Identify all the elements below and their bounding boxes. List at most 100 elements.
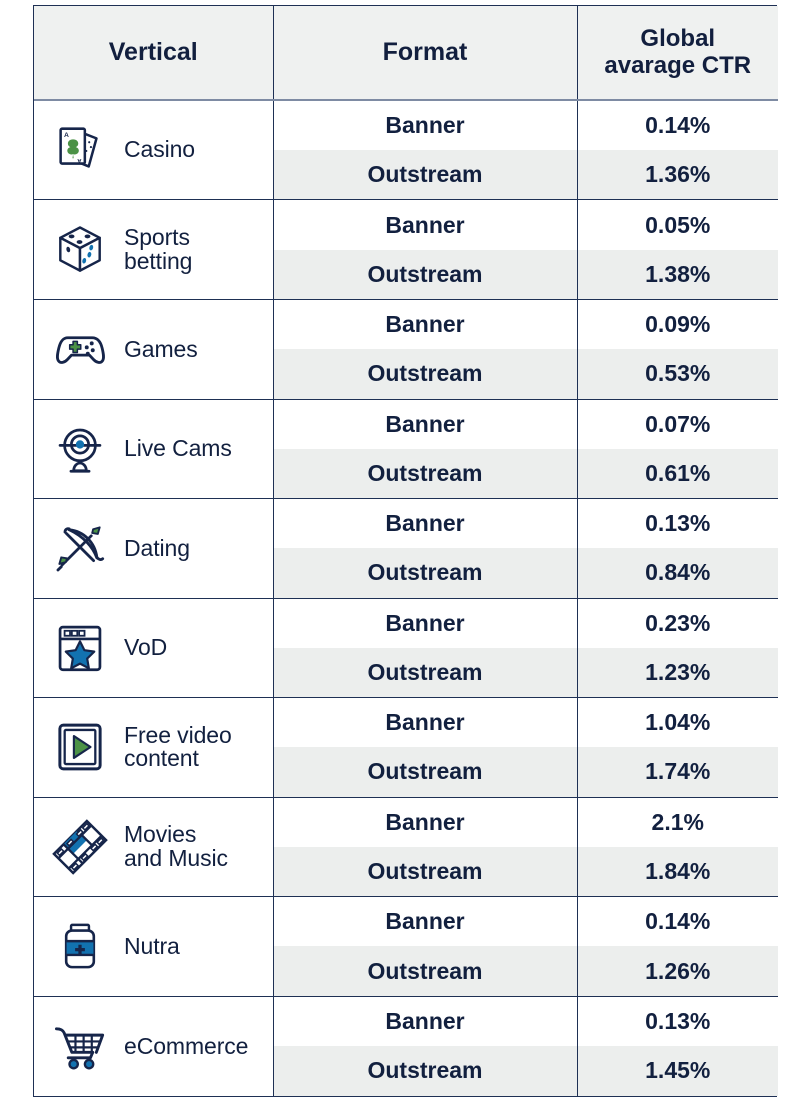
ctr-value-cell: 0.23% (577, 598, 778, 648)
table-row: Nutra Banner 0.14% (34, 896, 778, 997)
vertical-cell: Sports betting (34, 199, 274, 300)
vertical-cell: Dating (34, 498, 274, 599)
ctr-value-cell: 1.04% (577, 697, 778, 748)
vertical-cell-content: A A Casino (48, 118, 267, 182)
table-row: Sports betting Banner 0.05% (34, 199, 778, 300)
header-row: Vertical Format Global avarage CTR (34, 6, 778, 101)
vertical-label: Games (124, 335, 198, 362)
ctr-table-container: Vertical Format Global avarage CTR A A C… (33, 5, 778, 1097)
ctr-value-cell: 1.74% (577, 747, 778, 798)
vertical-label-line: eCommerce (124, 1032, 249, 1059)
vertical-label: Casino (124, 138, 195, 161)
format-cell: Banner (273, 100, 578, 151)
vertical-cell-content: eCommerce (48, 1014, 267, 1078)
table-row: Live Cams Banner 0.07% (34, 399, 778, 500)
format-cell: Banner (273, 399, 578, 449)
vertical-label-line: Movies (124, 821, 197, 848)
vertical-label-line: betting (124, 247, 193, 274)
vertical-cell-content: Live Cams (48, 417, 267, 481)
vertical-label: VoD (124, 634, 168, 661)
format-cell: Banner (273, 697, 578, 748)
format-cell: Outstream (273, 448, 578, 500)
vertical-cell-content: Sports betting (48, 218, 267, 282)
ctr-value-cell: 0.05% (577, 199, 778, 250)
ctr-value-cell: 1.26% (577, 946, 778, 997)
vertical-label: Sports betting (124, 226, 192, 273)
table-row: Games Banner 0.09% (34, 299, 778, 400)
ctr-value-cell: 1.36% (577, 150, 778, 201)
vertical-label: Movies and Music (124, 823, 228, 870)
vertical-cell: A A Casino (34, 100, 274, 201)
webcam-icon (48, 417, 112, 481)
shopping-cart-icon (48, 1014, 112, 1078)
column-header-format: Format (273, 6, 578, 101)
ctr-value-cell: 0.07% (577, 399, 778, 449)
ctr-value-cell: 0.13% (577, 996, 778, 1046)
table-row: Dating Banner 0.13% (34, 498, 778, 599)
table-row: Free video content Banner 1.04% (34, 697, 778, 798)
ctr-table: Vertical Format Global avarage CTR A A C… (34, 6, 778, 1096)
vertical-cell: Games (34, 299, 274, 400)
vertical-cell: eCommerce (34, 996, 274, 1096)
vertical-label-line: VoD (124, 634, 168, 661)
format-cell: Banner (273, 598, 578, 648)
format-cell: Banner (273, 299, 578, 350)
vertical-cell: Live Cams (34, 399, 274, 500)
ctr-value-cell: 0.53% (577, 349, 778, 400)
vertical-label: Live Cams (124, 436, 232, 460)
vertical-cell-content: Free video content (48, 715, 267, 779)
vertical-label: Free video content (124, 721, 232, 772)
format-cell: Outstream (273, 747, 578, 798)
table-row: VoD Banner 0.23% (34, 598, 778, 699)
vertical-cell: Free video content (34, 697, 274, 798)
ctr-value-cell: 1.45% (577, 1045, 778, 1096)
ctr-value-cell: 0.14% (577, 100, 778, 151)
format-cell: Banner (273, 896, 578, 947)
vertical-label-line: Casino (124, 136, 195, 163)
ctr-value-cell: 0.13% (577, 498, 778, 549)
vertical-label: Nutra (124, 932, 180, 959)
format-cell: Outstream (273, 249, 578, 300)
bow-arrow-icon (48, 516, 112, 580)
playing-cards-icon: A A (48, 118, 112, 182)
table-header: Vertical Format Global avarage CTR (34, 6, 778, 101)
svg-text:A: A (64, 132, 69, 139)
ctr-value-cell: 0.84% (577, 548, 778, 599)
film-strip-icon (48, 815, 112, 879)
vertical-cell-content: Movies and Music (48, 815, 267, 879)
table-body: A A CasinoBanner0.14%Outstream1.36% (34, 100, 778, 1096)
vertical-cell-content: Dating (48, 516, 267, 580)
browser-star-icon (48, 616, 112, 680)
vertical-label-line: Games (124, 335, 198, 362)
format-cell: Outstream (273, 1045, 578, 1096)
table-row: Movies and Music Banner 2.1% (34, 797, 778, 898)
table-row: eCommerce Banner 0.13% (34, 996, 778, 1096)
vertical-label: Dating (124, 534, 190, 561)
vertical-cell: Movies and Music (34, 797, 274, 898)
table-row: A A Casino Banner 0.14% (34, 100, 778, 201)
column-header-ctr-line1: Global (640, 25, 716, 53)
ctr-value-cell: 1.84% (577, 846, 778, 898)
vertical-label-line: Free video (124, 721, 232, 748)
vertical-label-line: Sports (124, 224, 190, 251)
dice-icon (48, 218, 112, 282)
video-play-icon (48, 715, 112, 779)
vertical-label-line: Nutra (124, 932, 180, 959)
column-header-ctr: Global avarage CTR (577, 6, 778, 101)
gamepad-icon (48, 317, 112, 381)
format-cell: Outstream (273, 349, 578, 400)
vertical-label-line: content (124, 745, 199, 772)
vertical-cell-content: VoD (48, 616, 267, 680)
ctr-value-cell: 2.1% (577, 797, 778, 847)
vertical-label-line: Dating (124, 534, 190, 561)
vertical-label: eCommerce (124, 1032, 249, 1059)
format-cell: Outstream (273, 946, 578, 997)
format-cell: Outstream (273, 548, 578, 599)
ctr-value-cell: 0.61% (577, 448, 778, 500)
format-cell: Banner (273, 996, 578, 1046)
format-cell: Banner (273, 797, 578, 847)
vertical-cell: Nutra (34, 896, 274, 997)
ctr-value-cell: 0.09% (577, 299, 778, 350)
format-cell: Outstream (273, 150, 578, 201)
vertical-cell-content: Nutra (48, 914, 267, 978)
